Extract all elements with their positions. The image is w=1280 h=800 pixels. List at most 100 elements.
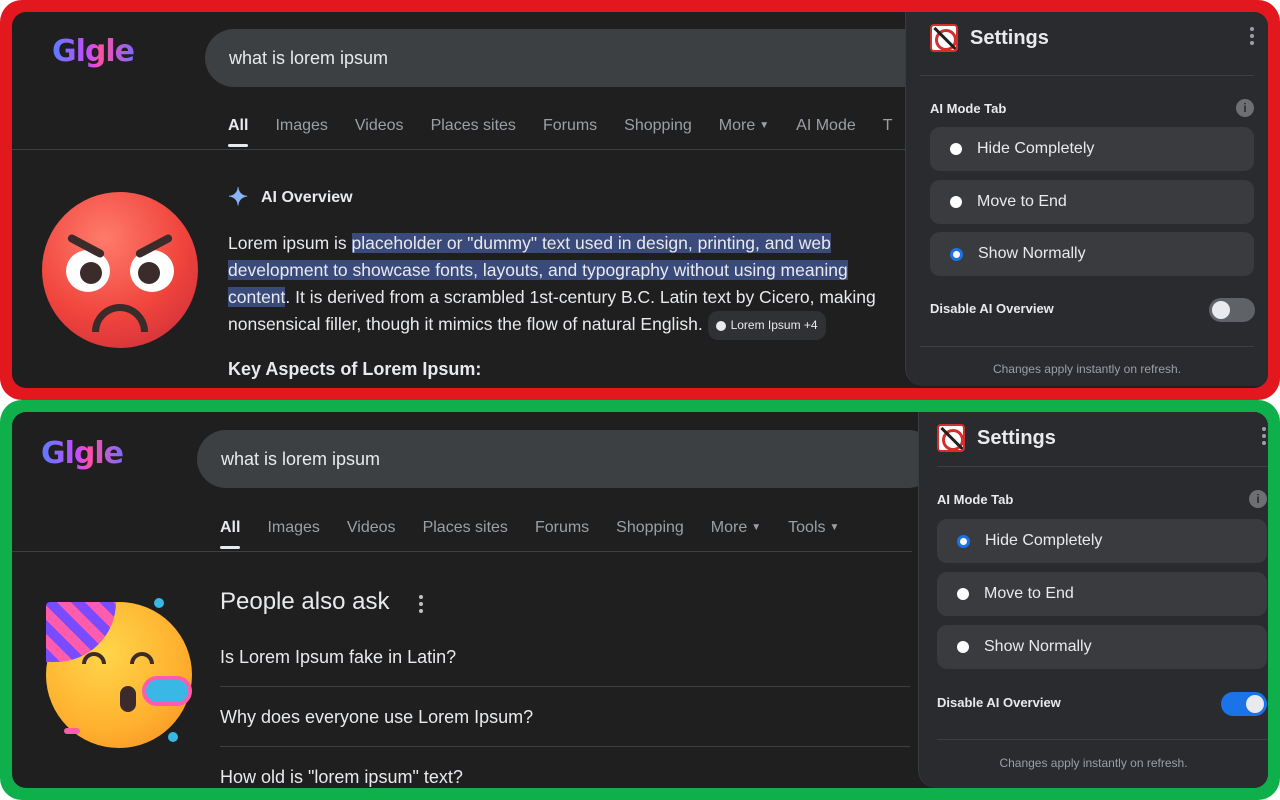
disable-ai-overview-toggle[interactable] [1221, 692, 1267, 716]
tab-forums[interactable]: Forums [543, 117, 597, 135]
before-frame: Glgle what is lorem ipsum All Images Vid… [0, 0, 1280, 400]
confetti [64, 728, 80, 734]
extension-logo-icon [937, 424, 965, 452]
tab-truncated[interactable]: T [883, 117, 893, 135]
tab-more[interactable]: More ▼ [711, 519, 761, 537]
settings-divider [937, 466, 1268, 467]
ai-text-prefix: Lorem ipsum is [228, 233, 352, 253]
footer-divider [920, 346, 1254, 347]
option-label: Move to End [977, 193, 1067, 210]
settings-title: Settings [970, 26, 1049, 49]
confetti [154, 598, 164, 608]
paa-divider [220, 686, 910, 687]
settings-header: Settings [930, 24, 1268, 52]
search-input[interactable]: what is lorem ipsum [205, 29, 945, 87]
settings-title: Settings [977, 426, 1056, 449]
source-chip[interactable]: Lorem Ipsum +4 [707, 311, 826, 340]
after-frame: Glgle what is lorem ipsum All Images Vid… [0, 400, 1280, 800]
angry-face-emoji [42, 192, 198, 348]
key-aspects-heading: Key Aspects of Lorem Ipsum: [228, 359, 482, 379]
section-ai-mode-tab: AI Mode Tab [930, 101, 1007, 116]
tab-more-label: More [710, 519, 748, 536]
option-move-to-end[interactable]: Move to End [930, 180, 1254, 224]
paa-question[interactable]: Why does everyone use Lorem Ipsum? [220, 707, 533, 728]
ai-overview-label: AI Overview [261, 189, 353, 206]
tab-shopping[interactable]: Shopping [624, 117, 692, 135]
info-icon[interactable]: i [1249, 490, 1267, 508]
option-move-to-end[interactable]: Move to End [937, 572, 1267, 616]
search-input[interactable]: what is lorem ipsum [197, 430, 937, 488]
option-label: Show Normally [978, 245, 1086, 262]
tab-videos[interactable]: Videos [355, 117, 404, 135]
search-query: what is lorem ipsum [221, 448, 381, 469]
settings-footer-note: Changes apply instantly on refresh. [999, 756, 1188, 770]
caret-down-icon: ▼ [759, 120, 770, 132]
option-show-normally[interactable]: Show Normally [937, 625, 1267, 669]
before-screen: Glgle what is lorem ipsum All Images Vid… [12, 12, 1268, 388]
radio-hide-completely[interactable] [957, 534, 970, 548]
tab-places-sites[interactable]: Places sites [431, 117, 516, 135]
radio-show-normally[interactable] [950, 247, 963, 261]
option-label: Hide Completely [977, 140, 1095, 157]
tabs-divider [12, 551, 912, 552]
google-logo[interactable]: Glgle [52, 34, 135, 69]
disable-ai-overview-label: Disable AI Overview [937, 695, 1061, 710]
info-icon[interactable]: i [1236, 99, 1254, 117]
tab-videos[interactable]: Videos [347, 519, 396, 537]
section-ai-mode-tab: AI Mode Tab [937, 492, 1014, 507]
tab-all[interactable]: All [228, 117, 249, 147]
tab-tools[interactable]: Tools ▼ [788, 519, 839, 537]
sparkle-icon: ✦ [228, 184, 249, 211]
tabs-divider [12, 149, 912, 150]
paa-question[interactable]: How old is "lorem ipsum" text? [220, 767, 463, 788]
ai-overview-text: Lorem ipsum is placeholder or "dummy" te… [228, 230, 910, 340]
radio-hide-completely[interactable] [950, 143, 962, 155]
tab-all[interactable]: All [220, 519, 241, 549]
option-label: Move to End [984, 585, 1074, 602]
settings-divider [920, 75, 1254, 76]
caret-down-icon: ▼ [751, 522, 762, 534]
option-hide-completely[interactable]: Hide Completely [937, 519, 1267, 563]
kebab-icon[interactable] [1262, 427, 1266, 445]
paa-question[interactable]: Is Lorem Ipsum fake in Latin? [220, 647, 456, 668]
radio-move-to-end[interactable] [957, 588, 969, 600]
radio-move-to-end[interactable] [950, 196, 962, 208]
disable-ai-overview-toggle[interactable] [1209, 298, 1255, 322]
tab-images[interactable]: Images [267, 519, 319, 537]
option-label: Hide Completely [985, 532, 1103, 549]
footer-divider [937, 739, 1268, 740]
option-show-normally[interactable]: Show Normally [930, 232, 1254, 276]
caret-down-icon: ▼ [829, 522, 840, 534]
tab-images[interactable]: Images [275, 117, 327, 135]
kebab-icon[interactable] [1250, 27, 1254, 45]
tab-tools-label: Tools [788, 519, 826, 536]
disable-ai-overview-label: Disable AI Overview [930, 301, 1054, 316]
tab-ai-mode[interactable]: AI Mode [796, 117, 856, 135]
tab-places-sites[interactable]: Places sites [423, 519, 508, 537]
option-hide-completely[interactable]: Hide Completely [930, 127, 1254, 171]
tab-more[interactable]: More ▼ [719, 117, 769, 135]
extension-logo-icon [930, 24, 958, 52]
option-label: Show Normally [984, 638, 1092, 655]
paa-divider [220, 746, 910, 747]
source-icon [715, 320, 726, 331]
confetti [168, 732, 178, 742]
people-also-ask-heading: People also ask [220, 588, 390, 615]
settings-footer-note: Changes apply instantly on refresh. [992, 362, 1182, 376]
after-screen: Glgle what is lorem ipsum All Images Vid… [12, 412, 1268, 788]
source-chip-label: Lorem Ipsum +4 [730, 318, 818, 332]
tab-more-label: More [718, 117, 756, 134]
settings-header: Settings [937, 424, 1268, 452]
kebab-icon[interactable] [419, 595, 423, 613]
settings-panel: Settings AI Mode Tab i Hide Completely M… [918, 412, 1268, 788]
tab-forums[interactable]: Forums [535, 519, 589, 537]
search-query: what is lorem ipsum [229, 47, 389, 68]
settings-panel: Settings AI Mode Tab i Hide Completely M… [905, 12, 1268, 386]
party-face-emoji [46, 602, 192, 748]
tab-shopping[interactable]: Shopping [616, 519, 684, 537]
ai-overview-header: ✦ AI Overview [228, 186, 353, 210]
search-tabs: All Images Videos Places sites Forums Sh… [228, 117, 920, 147]
radio-show-normally[interactable] [957, 641, 969, 653]
google-logo[interactable]: Glgle [41, 436, 124, 471]
search-tabs: All Images Videos Places sites Forums Sh… [220, 519, 866, 549]
